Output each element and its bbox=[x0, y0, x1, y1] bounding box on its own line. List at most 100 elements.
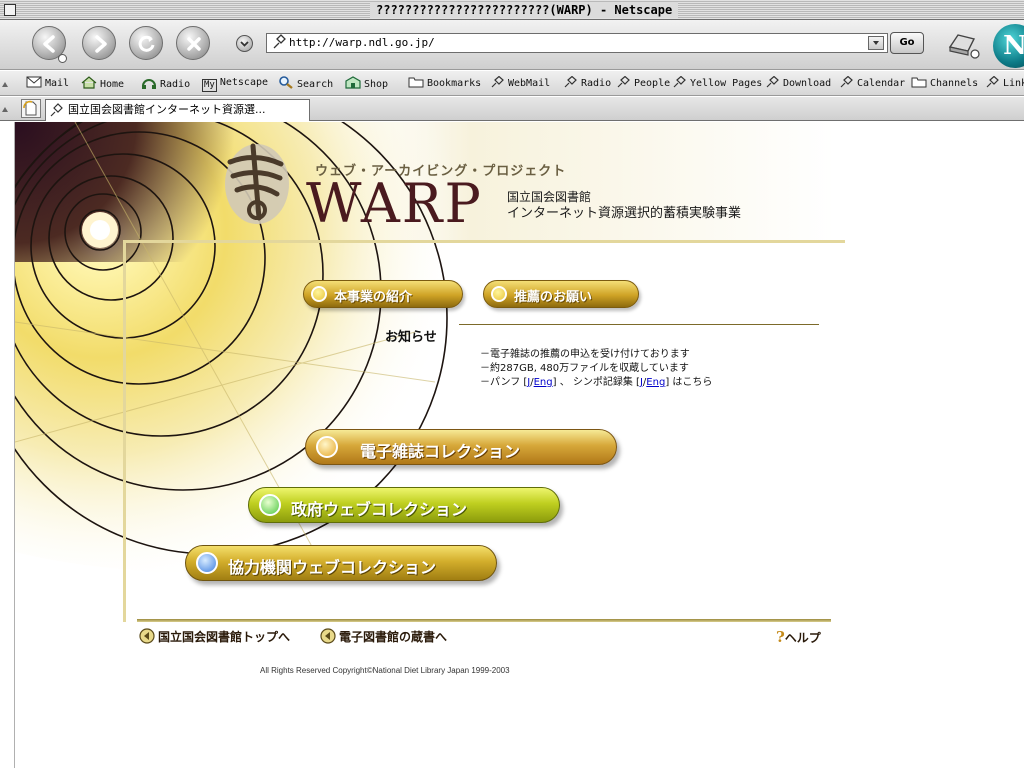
bookmark-icon bbox=[766, 76, 779, 88]
ndl-top-label: 国立国会図書館トップへ bbox=[158, 630, 291, 644]
government-web-collection-button[interactable]: 政府ウェブコレクション bbox=[248, 487, 560, 523]
toolbar-item-bookmarks[interactable]: Bookmarks bbox=[408, 76, 481, 91]
toolbar-item-my-netscape[interactable]: My Netscape bbox=[202, 76, 268, 92]
toolbar-item-label: Bookmarks bbox=[427, 78, 482, 89]
forward-button[interactable] bbox=[82, 26, 116, 60]
help-icon: ? bbox=[776, 628, 785, 646]
ebooks-link[interactable]: 電子図書館の蔵書へ bbox=[320, 628, 447, 645]
my-netscape-icon: My bbox=[202, 79, 217, 92]
tab-bar: 国立国会図書館インターネット資源選... bbox=[0, 97, 1024, 121]
folder-icon bbox=[911, 77, 927, 88]
ebooks-label: 電子図書館の蔵書へ bbox=[339, 630, 448, 644]
bookmark-icon bbox=[673, 76, 686, 88]
window-title: ????????????????????????(WARP) - Netscap… bbox=[370, 2, 679, 18]
toolbar-item-mail[interactable]: Mail bbox=[26, 76, 69, 91]
ejournal-collection-button[interactable]: 電子雑誌コレクション bbox=[305, 429, 617, 465]
toolbar-item-label: WebMail bbox=[508, 78, 551, 89]
help-link[interactable]: ?ヘルプ bbox=[776, 628, 821, 646]
back-history-dropdown[interactable] bbox=[58, 54, 67, 63]
symposium-english-link[interactable]: Eng bbox=[646, 377, 665, 388]
toolbar-item-label: Links bbox=[1003, 78, 1024, 89]
mail-icon bbox=[26, 76, 42, 88]
notice-list: －電子雑誌の推薦の申込を受け付けております －約287GB, 480万ファイルを… bbox=[480, 348, 712, 390]
chevron-down-icon bbox=[240, 41, 249, 47]
pamphlet-english-link[interactable]: Eng bbox=[534, 377, 553, 388]
toolbar-item-label: Calendar bbox=[857, 78, 906, 89]
ejournal-collection-label: 電子雑誌コレクション bbox=[360, 442, 521, 461]
notice-text: ] 、 シンポ記録集 [ bbox=[552, 377, 640, 388]
toolbar-grip-icon[interactable] bbox=[2, 81, 8, 87]
notice-heading: お知らせ bbox=[385, 330, 437, 345]
print-icon[interactable] bbox=[946, 29, 980, 59]
bookmark-pin-icon bbox=[50, 103, 63, 117]
toolbar-item-label: Netscape bbox=[219, 77, 269, 88]
toolbar-item-label: Mail bbox=[45, 78, 70, 89]
circle-bullet-icon bbox=[316, 436, 338, 458]
toolbar-item-label: Channels bbox=[930, 78, 979, 89]
toolbar-item-calendar[interactable]: Calendar bbox=[840, 76, 905, 91]
circle-bullet-icon bbox=[259, 494, 281, 516]
url-dropdown-button[interactable] bbox=[868, 36, 884, 50]
bookmark-icon bbox=[986, 76, 999, 88]
back-arrow-icon bbox=[139, 628, 155, 644]
circle-bullet-icon bbox=[311, 286, 327, 302]
toolbar-item-label: Radio bbox=[160, 79, 191, 90]
go-button[interactable]: Go bbox=[890, 32, 924, 54]
toolbar-item-radio[interactable]: Radio bbox=[141, 76, 190, 92]
url-history-button[interactable] bbox=[236, 35, 253, 52]
toolbar-item-search[interactable]: Search bbox=[278, 76, 333, 92]
project-name: インターネット資源選択的蓄積実験事業 bbox=[507, 206, 742, 221]
bookmark-icon bbox=[617, 76, 630, 88]
bookmark-icon bbox=[564, 76, 577, 88]
bookmark-icon bbox=[840, 76, 853, 88]
page-icon bbox=[23, 100, 37, 116]
home-icon bbox=[81, 76, 97, 89]
partner-web-collection-button[interactable]: 協力機関ウェブコレクション bbox=[185, 545, 497, 581]
notice-item: －約287GB, 480万ファイルを収蔵しています bbox=[480, 363, 689, 374]
personal-toolbar: Mail Home Radio My Netscape Search Shop B… bbox=[0, 71, 1024, 96]
toolbar-item-yellow-pages[interactable]: Yellow Pages bbox=[673, 76, 762, 91]
toolbar-item-download[interactable]: Download bbox=[766, 76, 831, 91]
copyright-text: All Rights Reserved Copyright©National D… bbox=[260, 666, 510, 675]
stop-icon bbox=[187, 37, 201, 51]
toolbar-item-label: People bbox=[634, 78, 671, 89]
netscape-logo[interactable]: N bbox=[993, 24, 1024, 68]
window-titlebar[interactable]: ????????????????????????(WARP) - Netscap… bbox=[0, 0, 1024, 20]
about-project-button[interactable]: 本事業の紹介 bbox=[303, 280, 463, 308]
toolbar-item-home[interactable]: Home bbox=[81, 76, 124, 92]
toolbar-item-webmail[interactable]: WebMail bbox=[491, 76, 550, 91]
toolbar-item-label: Download bbox=[783, 78, 832, 89]
toolbar-item-links[interactable]: Links bbox=[986, 76, 1024, 91]
about-project-label: 本事業の紹介 bbox=[334, 290, 413, 305]
circle-bullet-icon bbox=[196, 552, 218, 574]
notice-text: －パンフ [ bbox=[480, 377, 528, 388]
forward-arrow-icon bbox=[95, 35, 107, 53]
stop-button[interactable] bbox=[176, 26, 210, 60]
notice-divider bbox=[459, 324, 819, 325]
toolbar-item-people[interactable]: People bbox=[617, 76, 670, 91]
sidebar-rail[interactable] bbox=[0, 122, 15, 768]
government-web-collection-label: 政府ウェブコレクション bbox=[291, 500, 468, 519]
toolbar-grip-icon[interactable] bbox=[2, 106, 8, 112]
toolbar-item-label: Yellow Pages bbox=[690, 78, 763, 89]
url-field[interactable]: http://warp.ndl.go.jp/ bbox=[266, 33, 888, 53]
url-text[interactable]: http://warp.ndl.go.jp/ bbox=[289, 34, 435, 52]
page-content: ウェブ・アーカイビング・プロジェクト WARP 国立国会図書館 インターネット資… bbox=[15, 122, 1024, 768]
reload-button[interactable] bbox=[129, 26, 163, 60]
recommend-request-button[interactable]: 推薦のお願い bbox=[483, 280, 639, 308]
new-tab-button[interactable] bbox=[21, 99, 41, 118]
notice-item: －パンフ [J/Eng] 、 シンポ記録集 [J/Eng] はこちら bbox=[480, 376, 712, 390]
back-arrow-icon bbox=[43, 35, 55, 53]
chevron-down-icon bbox=[873, 41, 879, 45]
close-box[interactable] bbox=[4, 4, 16, 16]
recommend-request-label: 推薦のお願い bbox=[514, 290, 593, 305]
help-label: ヘルプ bbox=[784, 631, 821, 645]
footer-divider bbox=[137, 619, 831, 622]
partner-web-collection-label: 協力機関ウェブコレクション bbox=[228, 558, 437, 577]
toolbar-item-channels[interactable]: Channels bbox=[911, 76, 978, 91]
ndl-top-link[interactable]: 国立国会図書館トップへ bbox=[139, 628, 290, 645]
tab-warp[interactable]: 国立国会図書館インターネット資源選... bbox=[45, 99, 310, 121]
circle-bullet-icon bbox=[491, 286, 507, 302]
toolbar-item-radio-bookmark[interactable]: Radio bbox=[564, 76, 611, 91]
toolbar-item-shop[interactable]: Shop bbox=[345, 76, 388, 92]
